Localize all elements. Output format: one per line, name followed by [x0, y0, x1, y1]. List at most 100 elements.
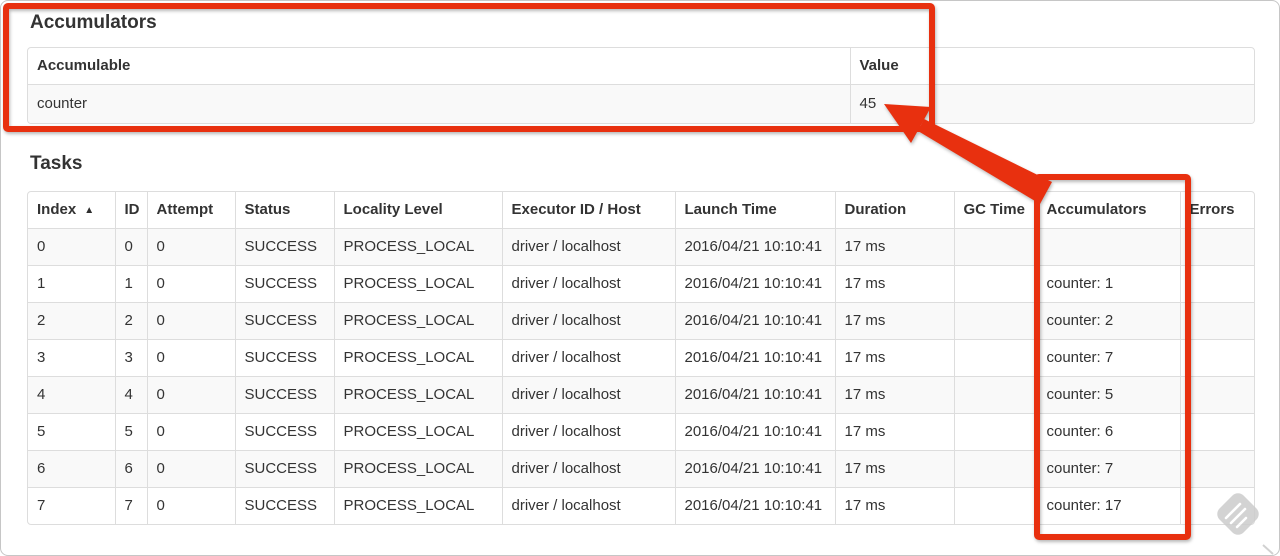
cell-accumulators	[1036, 227, 1180, 265]
cell-id: 5	[114, 412, 147, 450]
cell-launch-time: 2016/04/21 10:10:41	[674, 338, 835, 376]
cell-gc-time	[953, 264, 1037, 302]
cell-errors	[1179, 375, 1254, 413]
task-row: 5 5 0 SUCCESS PROCESS_LOCAL driver / localhos…	[28, 412, 1254, 450]
cell-errors	[1179, 301, 1254, 339]
cell-status: SUCCESS	[234, 486, 334, 524]
column-header-accumulators[interactable]: Accumulators	[1036, 192, 1180, 228]
column-header-status[interactable]: Status	[234, 192, 334, 228]
cell-duration: 17 ms	[834, 301, 954, 339]
cell-launch-time: 2016/04/21 10:10:41	[674, 412, 835, 450]
cell-locality: PROCESS_LOCAL	[333, 449, 502, 487]
cell-locality: PROCESS_LOCAL	[333, 301, 502, 339]
cell-attempt: 0	[146, 338, 235, 376]
cell-launch-time: 2016/04/21 10:10:41	[674, 301, 835, 339]
column-header-index-label: Index	[37, 201, 77, 219]
cell-index: 5	[28, 412, 115, 450]
cell-launch-time: 2016/04/21 10:10:41	[674, 227, 835, 265]
cell-gc-time	[953, 338, 1037, 376]
cell-attempt: 0	[146, 264, 235, 302]
cell-locality: PROCESS_LOCAL	[333, 264, 502, 302]
accumulator-row: counter 45	[28, 83, 1254, 123]
cell-accumulators: counter: 17	[1036, 486, 1180, 524]
task-row: 4 4 0 SUCCESS PROCESS_LOCAL driver / localhos…	[28, 375, 1254, 413]
column-header-errors[interactable]: Errors	[1179, 192, 1254, 228]
cell-status: SUCCESS	[234, 338, 334, 376]
tasks-table: Index ▲ ID Attempt Status Locality Level …	[27, 191, 1255, 525]
cell-index: 2	[28, 301, 115, 339]
cell-id: 4	[114, 375, 147, 413]
cell-id: 1	[114, 264, 147, 302]
cell-executor: driver / localhost	[501, 264, 675, 302]
column-header-executor-id-host[interactable]: Executor ID / Host	[501, 192, 675, 228]
cell-duration: 17 ms	[834, 375, 954, 413]
column-header-accumulable: Accumulable	[37, 57, 131, 75]
cell-index: 6	[28, 449, 115, 487]
cell-accumulators: counter: 6	[1036, 412, 1180, 450]
cell-errors	[1179, 449, 1254, 487]
cell-attempt: 0	[146, 301, 235, 339]
accumulators-section-title: Accumulators	[30, 12, 157, 33]
column-header-attempt[interactable]: Attempt	[146, 192, 235, 228]
column-header-duration[interactable]: Duration	[834, 192, 954, 228]
cell-executor: driver / localhost	[501, 227, 675, 265]
cell-gc-time	[953, 227, 1037, 265]
cell-status: SUCCESS	[234, 227, 334, 265]
column-header-launch-time[interactable]: Launch Time	[674, 192, 835, 228]
cell-executor: driver / localhost	[501, 412, 675, 450]
cell-accumulators: counter: 5	[1036, 375, 1180, 413]
cell-launch-time: 2016/04/21 10:10:41	[674, 375, 835, 413]
cell-launch-time: 2016/04/21 10:10:41	[674, 449, 835, 487]
cell-index: 0	[28, 227, 115, 265]
cell-launch-time: 2016/04/21 10:10:41	[674, 486, 835, 524]
tasks-header-row: Index ▲ ID Attempt Status Locality Level …	[28, 192, 1254, 228]
cell-id: 2	[114, 301, 147, 339]
cell-status: SUCCESS	[234, 301, 334, 339]
column-header-locality-level[interactable]: Locality Level	[333, 192, 502, 228]
cell-errors	[1179, 486, 1254, 524]
cell-duration: 17 ms	[834, 338, 954, 376]
task-row: 6 6 0 SUCCESS PROCESS_LOCAL driver / localhos…	[28, 449, 1254, 487]
cell-executor: driver / localhost	[501, 486, 675, 524]
cell-executor: driver / localhost	[501, 449, 675, 487]
cell-duration: 17 ms	[834, 449, 954, 487]
cell-executor: driver / localhost	[501, 301, 675, 339]
accumulable-name-cell: counter	[28, 83, 850, 123]
task-row: 2 2 0 SUCCESS PROCESS_LOCAL driver / localhos…	[28, 301, 1254, 339]
cell-status: SUCCESS	[234, 375, 334, 413]
cell-locality: PROCESS_LOCAL	[333, 227, 502, 265]
column-header-value: Value	[849, 48, 1254, 84]
cell-attempt: 0	[146, 375, 235, 413]
cell-gc-time	[953, 449, 1037, 487]
cell-id: 3	[114, 338, 147, 376]
cell-gc-time	[953, 375, 1037, 413]
cell-id: 6	[114, 449, 147, 487]
cell-index: 1	[28, 264, 115, 302]
cell-locality: PROCESS_LOCAL	[333, 412, 502, 450]
cell-attempt: 0	[146, 227, 235, 265]
cell-duration: 17 ms	[834, 412, 954, 450]
cell-status: SUCCESS	[234, 264, 334, 302]
cell-gc-time	[953, 486, 1037, 524]
cell-duration: 17 ms	[834, 264, 954, 302]
column-header-id[interactable]: ID	[114, 192, 147, 228]
cell-attempt: 0	[146, 449, 235, 487]
cell-duration: 17 ms	[834, 486, 954, 524]
cell-accumulators: counter: 1	[1036, 264, 1180, 302]
cell-duration: 17 ms	[834, 227, 954, 265]
cell-id: 7	[114, 486, 147, 524]
cell-status: SUCCESS	[234, 412, 334, 450]
task-row: 1 1 0 SUCCESS PROCESS_LOCAL driver / localhos…	[28, 264, 1254, 302]
accumulable-value-cell: 45	[849, 83, 1254, 123]
column-header-gc-time[interactable]: GC Time	[953, 192, 1037, 228]
cell-index: 4	[28, 375, 115, 413]
cell-index: 7	[28, 486, 115, 524]
cell-launch-time: 2016/04/21 10:10:41	[674, 264, 835, 302]
cell-status: SUCCESS	[234, 449, 334, 487]
cell-executor: driver / localhost	[501, 375, 675, 413]
cell-locality: PROCESS_LOCAL	[333, 486, 502, 524]
task-row: 0 0 0 SUCCESS PROCESS_LOCAL driver / localhos…	[28, 227, 1254, 265]
sort-asc-icon: ▲	[84, 205, 95, 217]
cell-gc-time	[953, 412, 1037, 450]
column-header-index[interactable]: Index ▲	[28, 192, 115, 228]
